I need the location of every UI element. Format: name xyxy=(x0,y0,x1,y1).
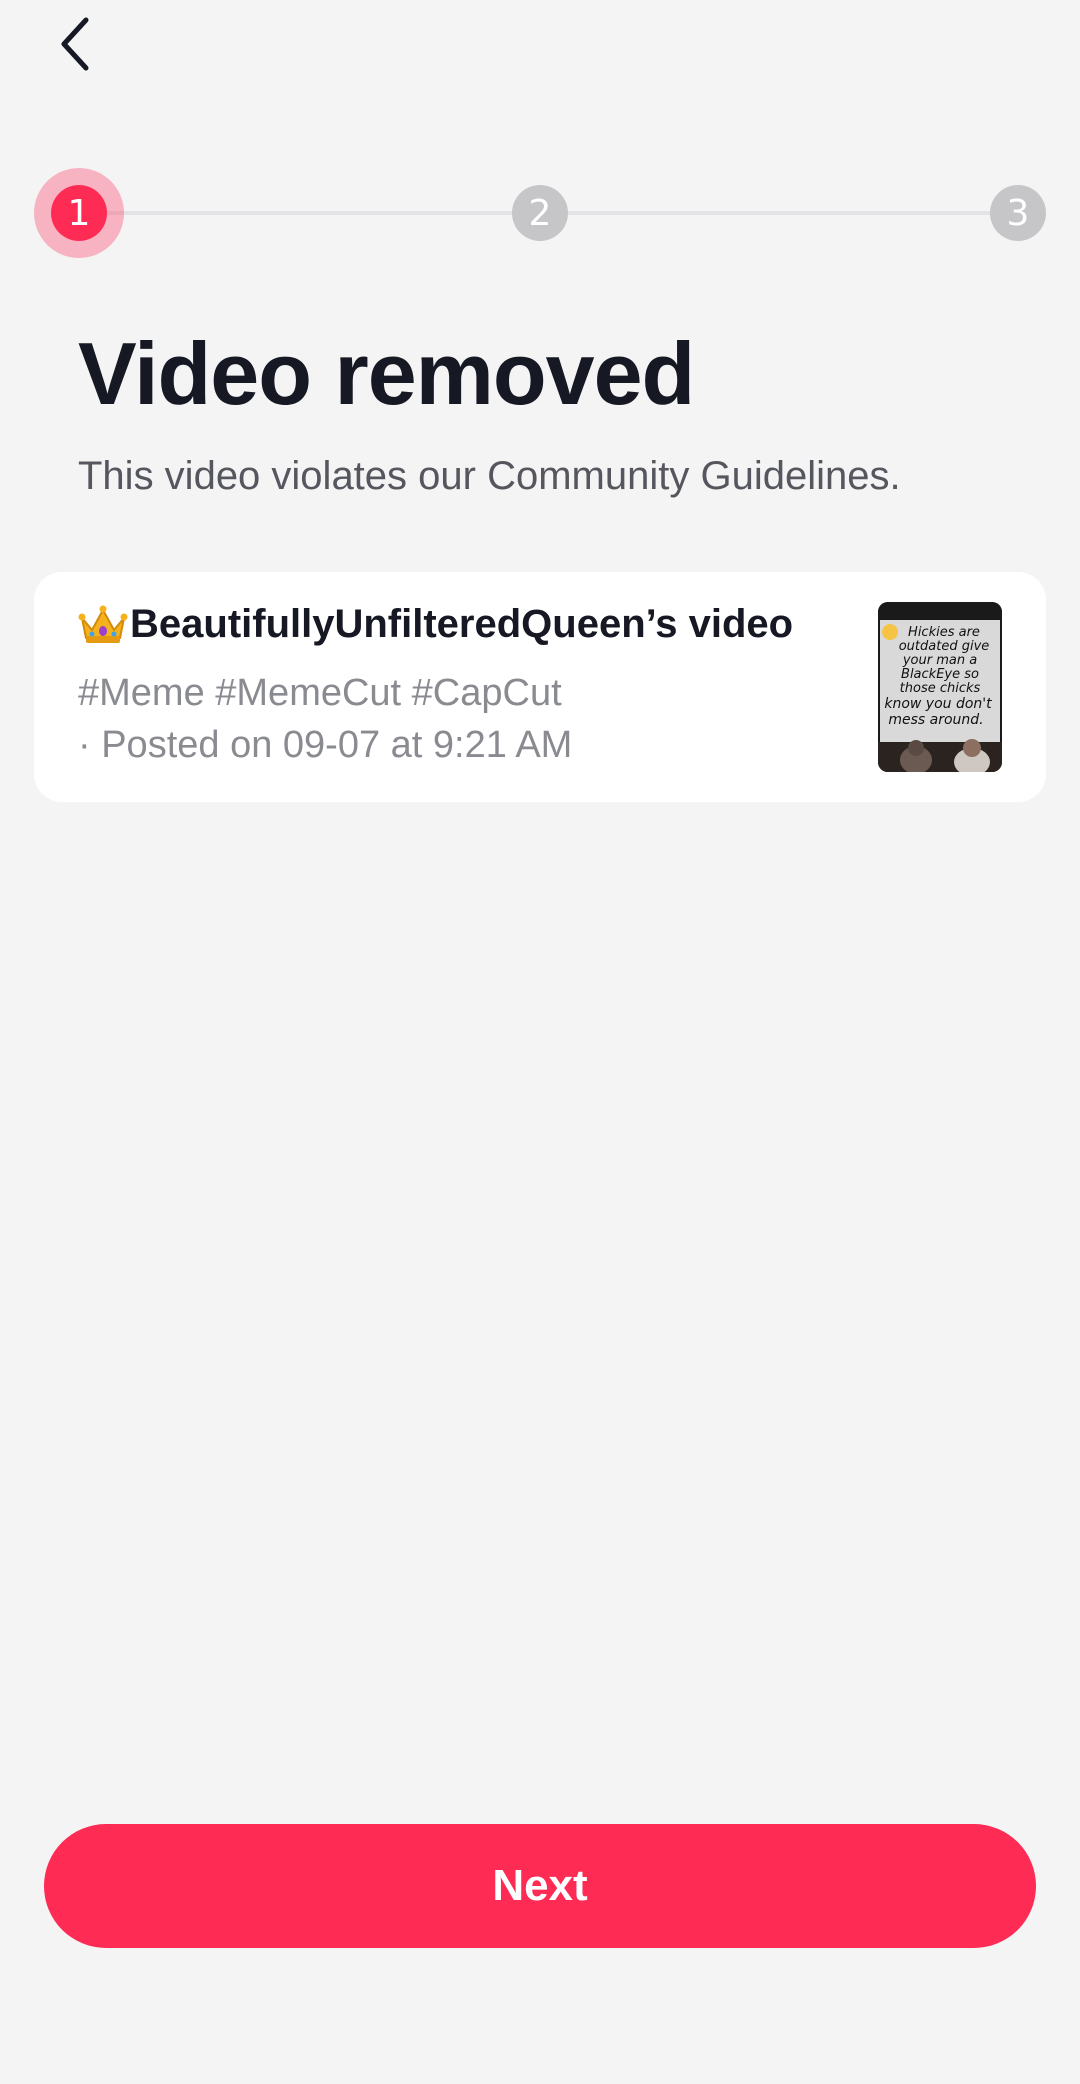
removed-video-card[interactable]: BeautifullyUnfilteredQueen’s video #Meme… xyxy=(34,572,1046,802)
video-posted-date: · Posted on 09-07 at 9:21 AM xyxy=(78,724,573,766)
step-2: 2 xyxy=(512,185,568,241)
thumb-line-5: those chicks xyxy=(900,681,981,696)
video-title-row: BeautifullyUnfilteredQueen’s video xyxy=(78,602,888,647)
thumb-line-1: Hickies are xyxy=(908,625,980,640)
page-title: Video removed xyxy=(78,324,695,423)
thumb-line-7: mess around. xyxy=(888,712,983,728)
step-1: 1 xyxy=(51,185,107,241)
chevron-left-icon xyxy=(61,17,89,71)
back-button[interactable] xyxy=(40,8,112,80)
video-thumbnail[interactable]: Hickies are outdated give your man a Bla… xyxy=(878,602,1002,772)
emoji-face-icon xyxy=(882,624,898,640)
progress-stepper: 1 2 3 xyxy=(34,168,1046,258)
crown-icon xyxy=(78,605,128,643)
next-button[interactable]: Next xyxy=(44,1824,1036,1948)
thumb-line-4: BlackEye so xyxy=(901,667,979,682)
page-subtitle: This video violates our Community Guidel… xyxy=(78,454,901,498)
thumb-line-2: outdated give xyxy=(899,639,990,654)
step-3: 3 xyxy=(990,185,1046,241)
thumb-line-6: know you don't xyxy=(884,696,992,712)
video-thumbnail-image: Hickies are outdated give your man a Bla… xyxy=(878,602,1002,772)
video-hashtags: #Meme #MemeCut #CapCut xyxy=(78,672,562,714)
thumb-line-3: your man a xyxy=(902,653,977,668)
video-title: BeautifullyUnfilteredQueen’s video xyxy=(130,602,794,646)
